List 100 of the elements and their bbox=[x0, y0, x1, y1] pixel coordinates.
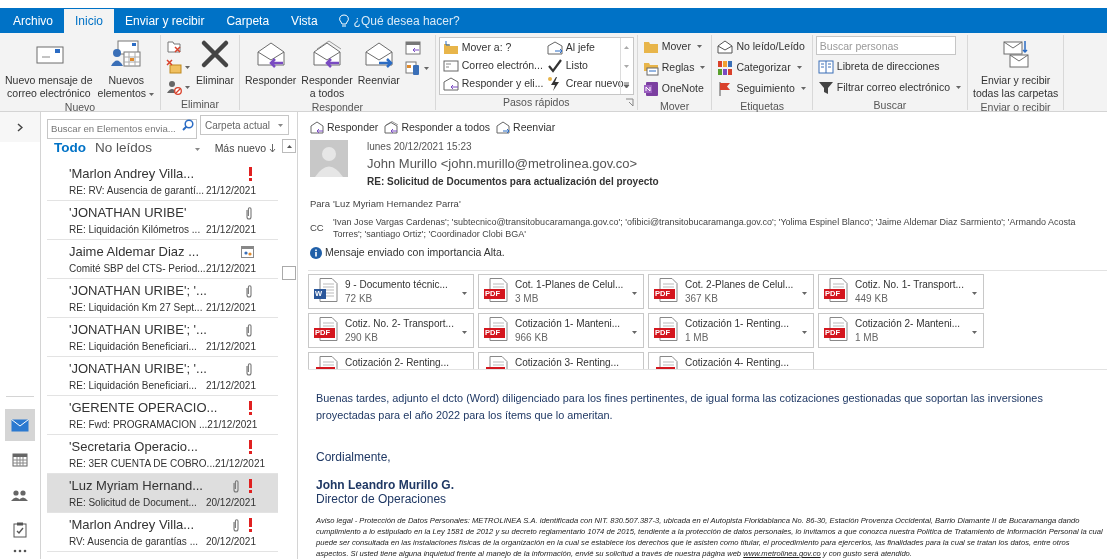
ribbon-button[interactable]: Enviar y recibir todas las carpetas bbox=[971, 35, 1061, 100]
group-label: Pasos rápidos bbox=[502, 95, 570, 110]
quick-step[interactable]: Al jefe bbox=[545, 39, 620, 57]
message-subject: RE: Liquidación Beneficiari... bbox=[69, 340, 197, 354]
attachment-name: Cotización 1- Manteni... bbox=[515, 317, 621, 331]
message-item[interactable]: 'JONATHAN URIBE'; '... RE: Liquidación Km 27 Sept... 21/12/2021 bbox=[47, 279, 278, 318]
delete-icon bbox=[199, 38, 231, 70]
more-reply-button[interactable] bbox=[402, 58, 432, 78]
importance-note: Mensaje enviado con importancia Alta. bbox=[325, 245, 505, 261]
ribbon-button[interactable]: OneNote bbox=[640, 78, 709, 99]
sender-name: 'JONATHAN URIBE' bbox=[69, 204, 187, 223]
ribbon-button[interactable]: Responder bbox=[242, 35, 299, 87]
message-date: 21/12/2021 bbox=[207, 418, 258, 432]
message-date: 21/12/2021 bbox=[205, 301, 256, 315]
caret-icon bbox=[461, 330, 468, 336]
dialog-launcher-icon[interactable] bbox=[624, 98, 634, 107]
scroll-up-button[interactable] bbox=[282, 139, 296, 153]
mail-search-field[interactable]: Buscar en Elementos envia... bbox=[47, 118, 197, 139]
ribbon-button[interactable]: Reglas bbox=[640, 57, 709, 78]
message-action-button[interactable]: Reenviar bbox=[496, 119, 556, 136]
message-item[interactable]: 'Luz Myriam Hernand... RE: Solicitud de Document... 20/12/2021 bbox=[47, 474, 278, 513]
quick-step[interactable]: Correo electrón... bbox=[441, 57, 546, 75]
sender-name: 'GERENTE OPERACIO... bbox=[69, 399, 218, 418]
attachment-size: 367 KB bbox=[685, 292, 719, 305]
message-item[interactable]: Jaime Aldemar Diaz ... Comité SBP del CTS- Period...21/12/2021 bbox=[47, 240, 278, 279]
folder-icon bbox=[442, 40, 459, 56]
ribbon-button[interactable]: Nuevos elementos bbox=[95, 35, 157, 100]
ribbon-tab[interactable]: Inicio bbox=[64, 9, 115, 33]
checkmark-icon bbox=[546, 58, 563, 74]
ribbon-button[interactable]: Categorizar bbox=[715, 57, 809, 78]
sender-name: 'JONATHAN URIBE'; '... bbox=[69, 282, 207, 301]
quick-step[interactable]: Mover a: ? bbox=[441, 39, 546, 57]
sender-name: 'Marlon Andrey Villa... bbox=[69, 165, 195, 184]
group-label: Etiquetas bbox=[740, 99, 784, 114]
message-subject: RE: Liquidación Beneficiari... bbox=[69, 379, 197, 393]
people-search-field[interactable]: Buscar personas bbox=[815, 36, 956, 55]
attachment-size: 3 MB bbox=[515, 292, 540, 305]
filter-tab[interactable]: Todo bbox=[54, 138, 86, 159]
scroll-thumb[interactable] bbox=[282, 266, 296, 280]
group-label: Buscar bbox=[873, 98, 907, 113]
attachment[interactable]: Cotización 3- Renting... bbox=[478, 352, 644, 369]
reply-all-icon bbox=[384, 121, 399, 134]
message-item[interactable]: 'GERENTE OPERACIO... RE: Fwd: PROGRAMACION ...21/12/2021 bbox=[47, 396, 278, 435]
ribbon-tab[interactable]: Enviar y recibir bbox=[114, 9, 216, 33]
message-action-button[interactable]: Responder bbox=[310, 119, 379, 136]
more-dots-icon bbox=[13, 549, 27, 553]
attachment-size: 1 MB bbox=[855, 331, 880, 344]
message-date: 21/12/2021 bbox=[205, 262, 256, 276]
message-subject: RE: Liquidación Km 27 Sept... bbox=[69, 301, 203, 315]
sort-button[interactable]: Más nuevo bbox=[214, 140, 276, 157]
more-arrow-icon bbox=[623, 81, 631, 89]
ribbon-tab[interactable]: Vista bbox=[280, 9, 329, 33]
nav-button[interactable] bbox=[5, 409, 35, 441]
ribbon-button[interactable]: Filtrar correo electrónico bbox=[815, 77, 964, 98]
caret-icon bbox=[971, 291, 978, 297]
message-item[interactable]: 'JONATHAN URIBE' RE: Liquidación Kilómetros ... 21/12/2021 bbox=[47, 201, 278, 240]
down-arrow-icon bbox=[269, 144, 276, 153]
attachment-name: Cotiz. No. 1- Transport... bbox=[855, 278, 964, 292]
attachment[interactable]: Cotización 2- Renting... bbox=[308, 352, 474, 369]
signature-title: Director de Operaciones bbox=[316, 492, 448, 506]
ribbon-tab[interactable]: Archivo bbox=[2, 9, 64, 33]
ribbon-button[interactable]: Mover bbox=[640, 36, 709, 57]
quick-step[interactable]: Responder y eli... bbox=[441, 75, 546, 93]
message-action-button[interactable]: Responder a todos bbox=[384, 119, 491, 136]
filter-tab[interactable]: No leídos bbox=[95, 138, 153, 159]
message-subject: RE: 3ER CUENTA DE COBRO... bbox=[69, 457, 215, 471]
ribbon-button[interactable]: No leído/Leído bbox=[715, 36, 809, 57]
search-scope-dropdown[interactable]: Carpeta actual bbox=[200, 115, 289, 135]
ribbon-button[interactable]: Eliminar bbox=[194, 35, 236, 87]
ribbon-button[interactable]: Nuevo mensaje de correo electrónico bbox=[3, 35, 95, 100]
group-label: Eliminar bbox=[181, 97, 219, 112]
message-item[interactable]: 'JONATHAN URIBE'; '... RE: Liquidación Beneficiari... 21/12/2021 bbox=[47, 357, 278, 396]
ribbon-button[interactable]: Reenviar bbox=[355, 35, 402, 87]
ribbon-button[interactable]: Libreta de direcciones bbox=[815, 56, 964, 77]
message-date: 20/12/2021 bbox=[205, 496, 256, 510]
tell-me-button[interactable]: ¿Qué desea hacer? bbox=[328, 9, 470, 33]
message-date: 21/12/2021 bbox=[205, 223, 256, 237]
caret-icon bbox=[971, 330, 978, 336]
message-item[interactable]: 'JONATHAN URIBE'; '... RE: Liquidación Beneficiari... 21/12/2021 bbox=[47, 318, 278, 357]
ribbon-button[interactable]: Seguimiento bbox=[715, 78, 809, 99]
cc-list: 'Ivan Jose Vargas Cardenas'; 'subtecnico@transitobucaramanga.gov.co'; 'ofibici@transitobucaramanga.gov.co'; 'Yolima Espinel Blanco'; 'Jaime Aldemar Diaz Sarmiento'; 'Armando Acosta Torres'; 'santiago Ortiz'; 'Coordinador Clobi BGA' bbox=[332, 216, 1107, 241]
ribbon-tab[interactable]: Carpeta bbox=[215, 9, 281, 33]
ribbon-button[interactable]: Responder a todos bbox=[299, 35, 355, 100]
launcher-arrow-icon bbox=[624, 98, 634, 107]
caret-icon bbox=[801, 330, 808, 336]
caret-icon bbox=[184, 84, 191, 90]
sender-name: Jaime Aldemar Diaz ... bbox=[69, 243, 200, 262]
message-date: 21/12/2021 bbox=[205, 379, 256, 393]
caret-icon bbox=[184, 64, 191, 70]
down-arrow-icon bbox=[623, 64, 631, 69]
reply-all-icon bbox=[311, 38, 343, 70]
calendar-reply-icon bbox=[404, 40, 421, 56]
message-item[interactable]: 'Marlon Andrey Villa... RV: Ausencia de garantías ... 20/12/2021 bbox=[47, 513, 278, 552]
attachment[interactable]: Cotización 4- Renting... bbox=[648, 352, 814, 369]
quick-step[interactable]: Listo bbox=[545, 57, 620, 75]
junk-button[interactable] bbox=[164, 57, 193, 77]
recipient-list: 'Luz Myriam Hernandez Parra' bbox=[333, 197, 461, 212]
address-book-icon bbox=[817, 58, 834, 75]
attachment-name: Cotización 4- Renting... bbox=[685, 356, 789, 369]
message-item[interactable]: 'Marlon Andrey Villa... RE: RV: Ausencia de garantí... 21/12/2021 bbox=[47, 162, 278, 201]
